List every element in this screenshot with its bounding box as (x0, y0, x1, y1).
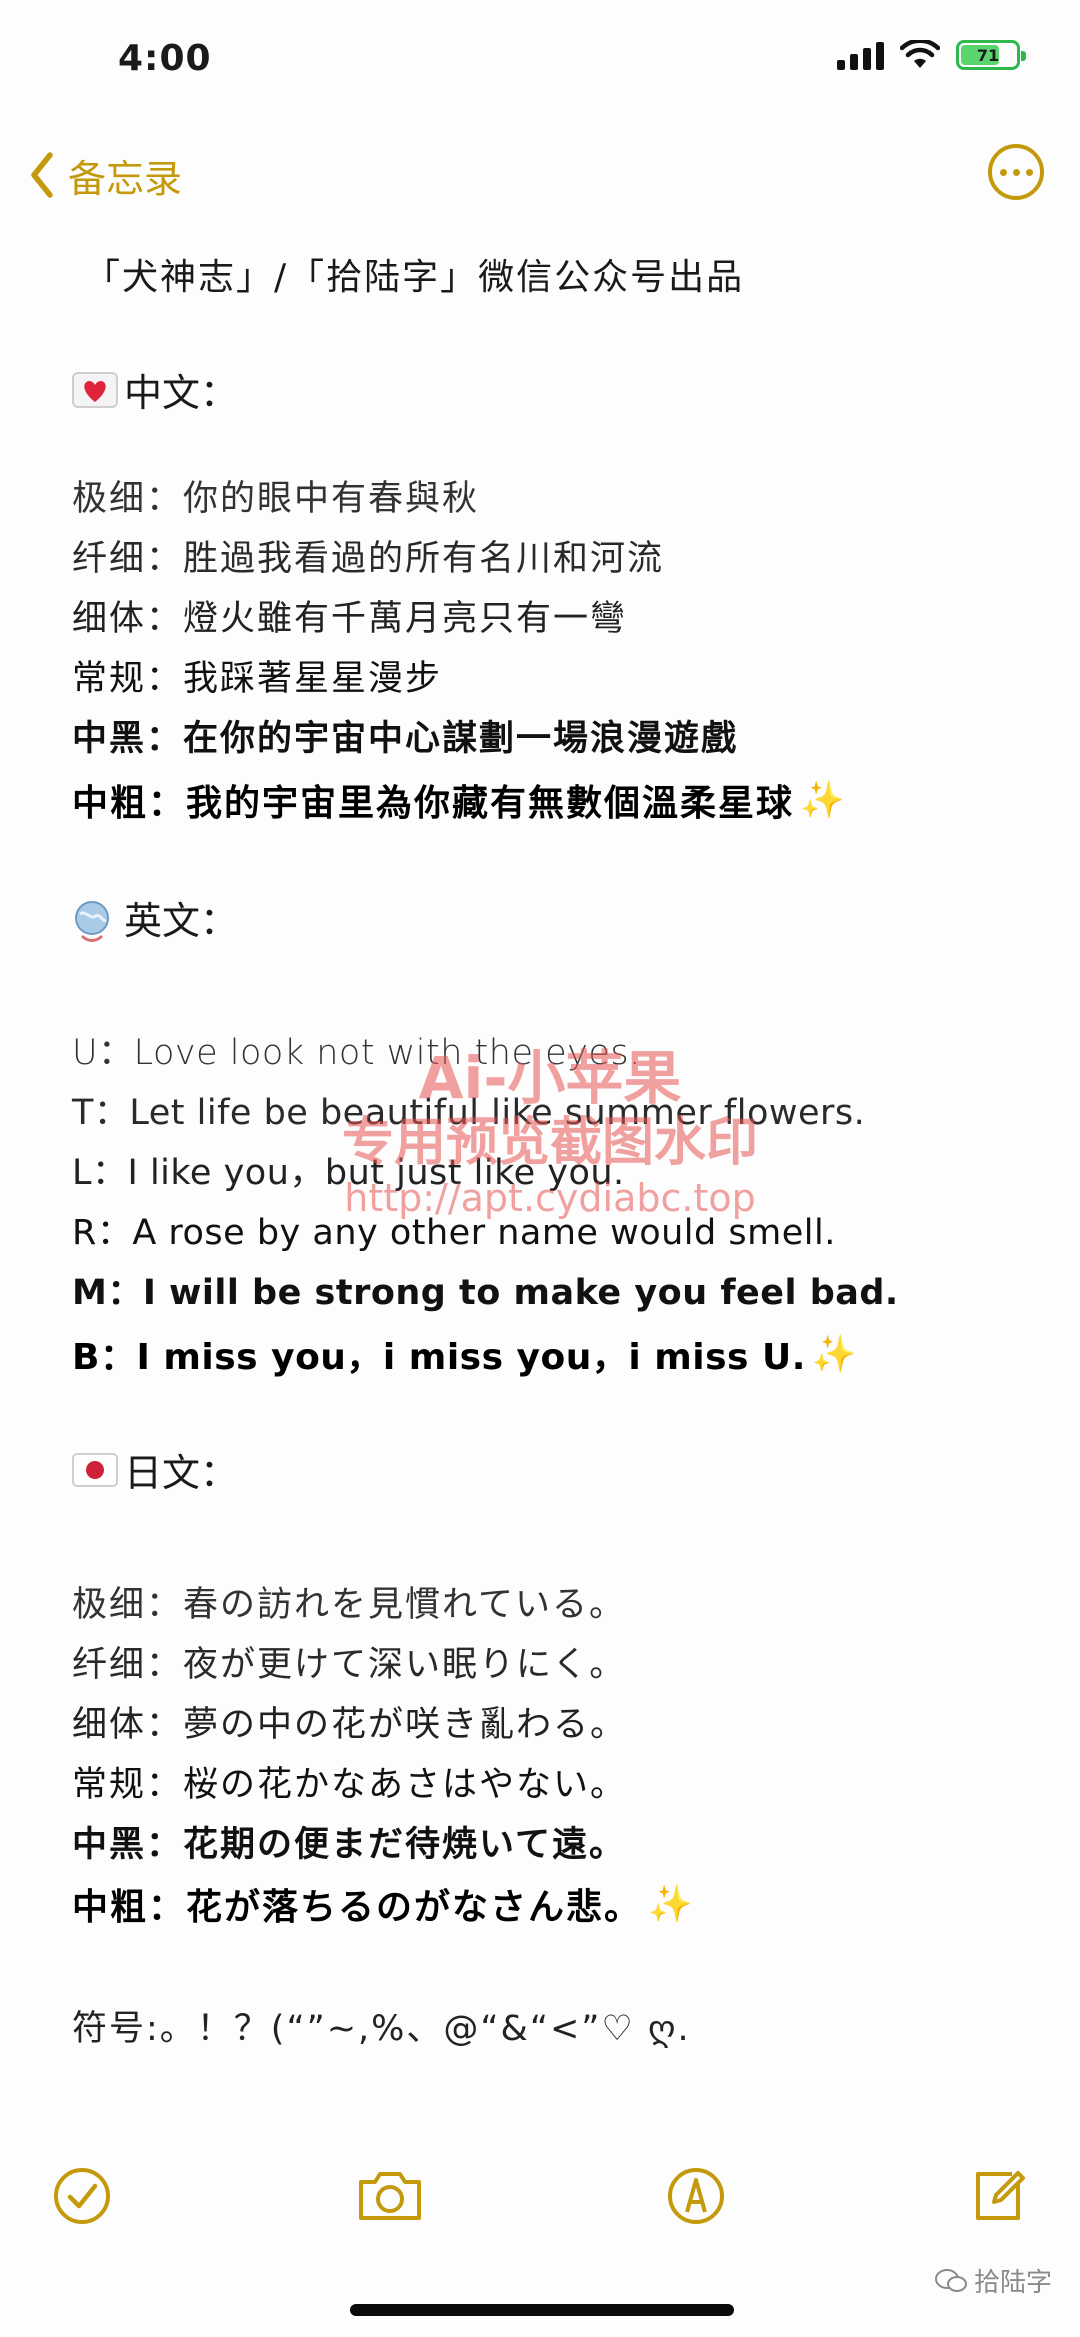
english-line-6-row: B：I miss you，i miss you，i miss U. ✨ (72, 1328, 857, 1380)
chinese-line-4: 常规：我踩著星星漫步 (72, 659, 443, 699)
english-line-4: R：A rose by any other name would smell. (72, 1213, 836, 1253)
chinese-line-6-row: 中粗：我的宇宙里為你藏有無數個溫柔星球 ✨ (72, 774, 847, 826)
japanese-line-2: 纤细：夜が更けて深い眠りにく。 (72, 1645, 627, 1685)
more-options-button[interactable] (988, 144, 1044, 200)
japanese-line-6-row: 中粗：花が落ちるのがなさん悲。 ✨ (72, 1878, 695, 1930)
compose-icon (976, 2171, 1025, 2220)
heart-letter-icon (72, 371, 118, 408)
battery-percent: 71 (976, 45, 1000, 65)
pen-tip-icon (668, 2168, 724, 2224)
wechat-account-name: 拾陆字 (973, 2268, 1052, 2298)
english-line-1: U：Love look not with the eyes. (72, 1033, 641, 1073)
japanese-line-6: 中粗：花が落ちるのがなさん悲。 (72, 1887, 643, 1928)
chinese-line-3: 细体：燈火雖有千萬月亮只有一彎 (72, 599, 628, 639)
japanese-line-4: 常规：桜の花かなあさはやない。 (72, 1765, 628, 1805)
globe-icon (72, 900, 118, 942)
status-icons: 71 (837, 40, 1026, 70)
checklist-button[interactable] (46, 2160, 118, 2232)
symbols-line: 符号:。！？(“”~,%、@“&“<”♡ ღ. (72, 2009, 691, 2049)
status-bar: 4:00 71 (0, 0, 1080, 120)
back-label: 备忘录 (68, 156, 183, 201)
section-english-label: 英文： (124, 899, 239, 943)
note-title: 「犬神志」/「拾陆字」微信公众号出品 (84, 257, 745, 298)
japanese-line-5: 中黑：花期の便まだ待焼いて遠。 (72, 1825, 626, 1865)
status-time: 4:00 (118, 38, 212, 79)
battery-cap (1021, 51, 1026, 61)
wechat-icon (934, 2268, 967, 2292)
japanese-line-1: 极细：春の訪れを見慣れている。 (72, 1585, 626, 1625)
japanese-line-3: 细体：夢の中の花が咲き亂わる。 (72, 1705, 628, 1745)
japan-flag-icon (72, 1452, 118, 1488)
english-line-2: T：Let life be beautiful like summer flow… (72, 1093, 866, 1133)
section-japanese-label: 日文： (124, 1451, 239, 1495)
wechat-account-tag: 拾陆字 (934, 2262, 1052, 2299)
english-line-5: M：I will be strong to make you feel bad. (72, 1273, 899, 1313)
chevron-left-icon (31, 152, 53, 198)
english-line-6: B：I miss you，i miss you，i miss U. (72, 1337, 806, 1378)
sparkles-icon: ✨ (800, 780, 847, 821)
sparkles-icon: ✨ (811, 1334, 858, 1375)
bottom-toolbar (0, 2160, 1080, 2232)
wifi-icon (900, 40, 940, 68)
camera-button[interactable] (352, 2160, 428, 2232)
camera-icon (359, 2172, 421, 2220)
section-english-heading: 英文： (72, 890, 238, 945)
section-japanese-heading: 日文： (72, 1442, 238, 1497)
checkmark-circle-icon (54, 2168, 110, 2224)
nav-bar: 备忘录 (0, 140, 1080, 210)
sparkles-icon: ✨ (648, 1884, 695, 1925)
home-indicator[interactable] (350, 2304, 734, 2316)
section-chinese-heading: 中文： (72, 362, 238, 417)
compose-button[interactable] (962, 2160, 1034, 2232)
back-button[interactable]: 备忘录 (28, 140, 182, 210)
section-chinese-label: 中文： (124, 371, 239, 415)
cellular-signal-icon (837, 40, 884, 70)
english-line-3: L：I like you，but just like you. (72, 1153, 625, 1193)
chinese-line-2: 纤细：胜過我看過的所有名川和河流 (72, 539, 665, 579)
chinese-line-5: 中黑：在你的宇宙中心謀劃一場浪漫遊戲 (72, 719, 739, 759)
markup-button[interactable] (660, 2160, 732, 2232)
chinese-line-6: 中粗：我的宇宙里為你藏有無數個溫柔星球 (72, 783, 795, 824)
chinese-line-1: 极细：你的眼中有春與秋 (72, 479, 480, 519)
battery-icon: 71 (956, 40, 1026, 70)
ellipsis-icon (999, 168, 1007, 176)
